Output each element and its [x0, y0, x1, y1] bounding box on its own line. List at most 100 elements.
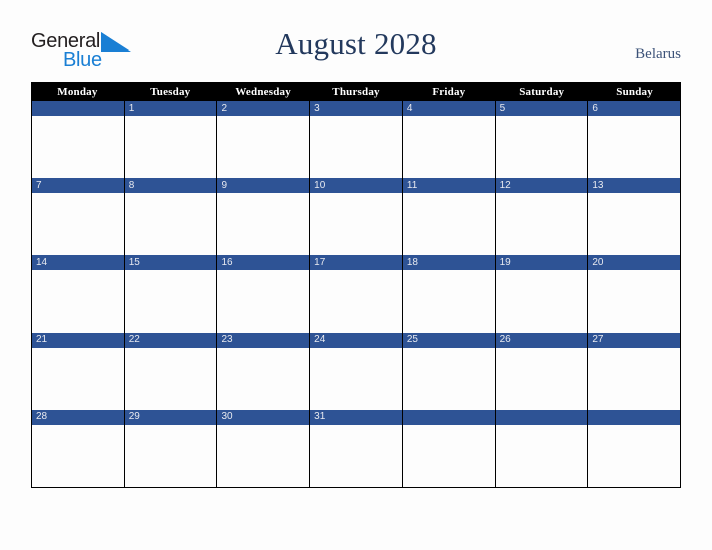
- day-cell[interactable]: 29: [124, 409, 218, 487]
- weekday-header-saturday: Saturday: [519, 85, 565, 98]
- day-band: 21: [32, 332, 124, 348]
- day-number: 18: [406, 256, 418, 268]
- day-body[interactable]: [495, 424, 588, 487]
- day-cell[interactable]: 22: [124, 332, 218, 410]
- day-number: 23: [221, 334, 233, 346]
- day-cell[interactable]: 19: [495, 255, 589, 333]
- day-cell[interactable]: 2: [217, 101, 311, 179]
- day-cell[interactable]: 31: [310, 409, 403, 487]
- day-body[interactable]: [495, 347, 588, 410]
- day-body[interactable]: [310, 424, 402, 487]
- day-body[interactable]: [310, 193, 402, 256]
- day-number: 2: [221, 102, 227, 114]
- day-cell[interactable]: 24: [310, 332, 403, 410]
- day-cell[interactable]: [32, 101, 125, 179]
- day-band: 2: [217, 101, 310, 116]
- day-body[interactable]: [495, 270, 588, 333]
- day-number: 25: [406, 334, 418, 346]
- weekday-header-sunday: Sunday: [616, 85, 653, 98]
- calendar-grid: Monday Tuesday Wednesday Thursday Friday…: [31, 82, 682, 488]
- day-body[interactable]: [588, 116, 681, 179]
- day-cell[interactable]: 7: [32, 178, 125, 256]
- day-band: 27: [588, 332, 681, 348]
- day-cell[interactable]: 27: [588, 332, 682, 410]
- day-cell[interactable]: 21: [32, 332, 125, 410]
- day-cell[interactable]: 16: [217, 255, 311, 333]
- day-body[interactable]: [402, 424, 495, 487]
- day-cell[interactable]: 25: [402, 332, 496, 410]
- day-number: 17: [314, 256, 326, 268]
- day-cell[interactable]: 17: [310, 255, 403, 333]
- day-cell[interactable]: 23: [217, 332, 311, 410]
- day-body[interactable]: [495, 116, 588, 179]
- day-body[interactable]: [588, 270, 681, 333]
- day-body[interactable]: [310, 270, 402, 333]
- page-header: General Blue August 2028 Belarus: [0, 0, 712, 82]
- day-body[interactable]: [124, 116, 217, 179]
- day-number: 3: [314, 102, 320, 114]
- day-cell[interactable]: 9: [217, 178, 311, 256]
- day-band: 24: [310, 332, 402, 348]
- day-body[interactable]: [124, 270, 217, 333]
- day-cell[interactable]: 3: [310, 101, 403, 179]
- day-number: 1: [128, 102, 135, 114]
- day-body[interactable]: [217, 116, 310, 179]
- day-body[interactable]: [402, 270, 495, 333]
- day-body[interactable]: [402, 193, 495, 256]
- day-body[interactable]: [588, 193, 681, 256]
- day-cell[interactable]: [402, 409, 496, 487]
- day-cell[interactable]: 14: [32, 255, 125, 333]
- day-cell[interactable]: 20: [588, 255, 682, 333]
- day-body[interactable]: [124, 347, 217, 410]
- day-cell[interactable]: 5: [495, 101, 589, 179]
- day-cell[interactable]: 11: [402, 178, 496, 256]
- day-cell[interactable]: 1: [124, 101, 218, 179]
- day-cell[interactable]: 6: [588, 101, 682, 179]
- day-body[interactable]: [32, 424, 124, 487]
- day-band: 9: [217, 178, 310, 194]
- day-cell[interactable]: 15: [124, 255, 218, 333]
- day-cell[interactable]: 28: [32, 409, 125, 487]
- day-cell[interactable]: 12: [495, 178, 589, 256]
- day-body[interactable]: [32, 347, 124, 410]
- day-body[interactable]: [32, 270, 124, 333]
- day-band: 15: [124, 255, 217, 271]
- weekday-header-tuesday: Tuesday: [150, 85, 191, 98]
- day-band: 29: [124, 409, 217, 425]
- day-body[interactable]: [32, 116, 124, 179]
- day-body[interactable]: [310, 347, 402, 410]
- day-body[interactable]: [217, 347, 310, 410]
- day-body[interactable]: [402, 116, 495, 179]
- day-cell[interactable]: [495, 409, 589, 487]
- day-cell[interactable]: 13: [588, 178, 682, 256]
- day-band: 23: [217, 332, 310, 348]
- day-cell[interactable]: 30: [217, 409, 311, 487]
- day-cell[interactable]: 18: [402, 255, 496, 333]
- day-number: 24: [314, 334, 326, 346]
- day-band: 5: [495, 101, 588, 116]
- day-body[interactable]: [217, 424, 310, 487]
- day-body[interactable]: [217, 193, 310, 256]
- day-body[interactable]: [124, 424, 217, 487]
- day-band: 10: [310, 178, 402, 194]
- day-body[interactable]: [495, 193, 588, 256]
- day-cell[interactable]: 4: [402, 101, 496, 179]
- day-cell[interactable]: [588, 409, 682, 487]
- day-body[interactable]: [588, 424, 681, 487]
- day-band: [32, 101, 124, 116]
- day-body[interactable]: [217, 270, 310, 333]
- day-cell[interactable]: 26: [495, 332, 589, 410]
- day-band: 3: [310, 101, 402, 116]
- day-band: 28: [32, 409, 124, 425]
- day-band: 12: [495, 178, 588, 194]
- day-body[interactable]: [310, 116, 402, 179]
- day-cell[interactable]: 8: [124, 178, 218, 256]
- day-body[interactable]: [588, 347, 681, 410]
- day-body[interactable]: [402, 347, 495, 410]
- day-number: 7: [36, 179, 42, 191]
- day-band: [588, 409, 681, 425]
- day-cell[interactable]: 10: [310, 178, 403, 256]
- day-body[interactable]: [32, 193, 124, 256]
- day-body[interactable]: [124, 193, 217, 256]
- week-row: 28 29 30 31: [32, 409, 682, 487]
